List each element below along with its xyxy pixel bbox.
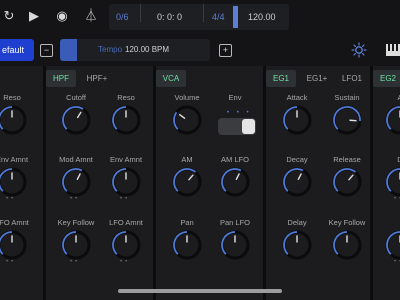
knob-label: LFO Amnt: [0, 218, 29, 227]
knob-reso[interactable]: [0, 104, 28, 141]
tab-eg2[interactable]: EG2: [373, 70, 400, 87]
stop-icon[interactable]: ◉: [55, 9, 69, 23]
time-readout: 0: 0: 0: [157, 12, 183, 22]
minus-button[interactable]: −: [40, 44, 53, 57]
tempo-label: Tempo: [98, 45, 123, 54]
mod-dots: ••: [6, 259, 17, 265]
knob-attack[interactable]: [281, 104, 313, 141]
knob-label: D: [397, 155, 400, 164]
mod-dots: ••: [120, 259, 131, 265]
time-signature[interactable]: 4/4: [212, 4, 225, 30]
knob-label: Sustain: [334, 93, 360, 102]
mod-dots: ••: [394, 259, 400, 265]
mod-dots: ••: [120, 196, 131, 202]
env-toggle-thumb: [242, 119, 255, 134]
knob-volume[interactable]: [171, 104, 203, 141]
tempo-fill: [60, 39, 77, 61]
knob-pan[interactable]: [171, 229, 203, 266]
mod-dots: ••: [70, 196, 81, 202]
keyboard-icon[interactable]: [386, 43, 400, 57]
tab-hpf[interactable]: HPF: [46, 70, 76, 87]
knob-pan-lfo[interactable]: [219, 229, 251, 266]
knob-label: Reso: [3, 93, 21, 102]
mod-dots: ••: [70, 259, 81, 265]
knob-key-follow[interactable]: [331, 229, 363, 266]
env-mode-dots: • • •: [227, 110, 252, 116]
knob-label: Reso: [117, 93, 135, 102]
knob-a[interactable]: [384, 104, 400, 141]
knob-label: Env: [228, 93, 242, 102]
knob-sustain[interactable]: [331, 104, 363, 141]
tab-vca[interactable]: VCA: [156, 70, 186, 87]
knob-label: Pan LFO: [219, 218, 250, 227]
tempo-value: 120.00 BPM: [125, 45, 170, 54]
knob-delay[interactable]: [281, 229, 313, 266]
transport-divider: [140, 4, 141, 22]
knob-am[interactable]: [171, 166, 203, 203]
position-readout: 0/6: [116, 12, 129, 22]
plus-button[interactable]: +: [219, 44, 232, 57]
knob-release[interactable]: [331, 166, 363, 203]
tempo-slider[interactable]: [233, 6, 238, 28]
knob-label: Env Amnt: [0, 155, 29, 164]
knob-label: Env Amnt: [109, 155, 143, 164]
knob-cutoff[interactable]: [60, 104, 92, 141]
knob-am-lfo[interactable]: [219, 166, 251, 203]
mod-dots: ••: [6, 196, 17, 202]
tab-eg1[interactable]: EG1: [266, 70, 296, 87]
knob-label: LFO Amnt: [109, 218, 143, 227]
mod-dots: ••: [394, 196, 400, 202]
play-icon[interactable]: ▶: [27, 9, 41, 23]
env-toggle[interactable]: [218, 118, 256, 135]
tab-eg1-plus[interactable]: EG1+: [300, 70, 334, 87]
knob-reso[interactable]: [110, 104, 142, 141]
tempo-readout: 120.00: [248, 12, 276, 22]
knob-label: AM LFO: [221, 155, 249, 164]
transport-divider: [203, 4, 204, 22]
knob-label: A: [397, 93, 400, 102]
metronome-icon[interactable]: ⏃: [84, 9, 98, 23]
sun-icon[interactable]: [351, 42, 367, 58]
knob-label: Key Follow: [328, 218, 366, 227]
tab-lfo1[interactable]: LFO1: [336, 70, 368, 87]
preset-button[interactable]: efault: [0, 39, 34, 61]
refresh-icon[interactable]: ↻: [2, 9, 16, 23]
home-indicator: [118, 289, 282, 293]
tab-hpf-plus[interactable]: HPF+: [80, 70, 114, 87]
knob-decay[interactable]: [281, 166, 313, 203]
knob-label: Release: [333, 155, 361, 164]
